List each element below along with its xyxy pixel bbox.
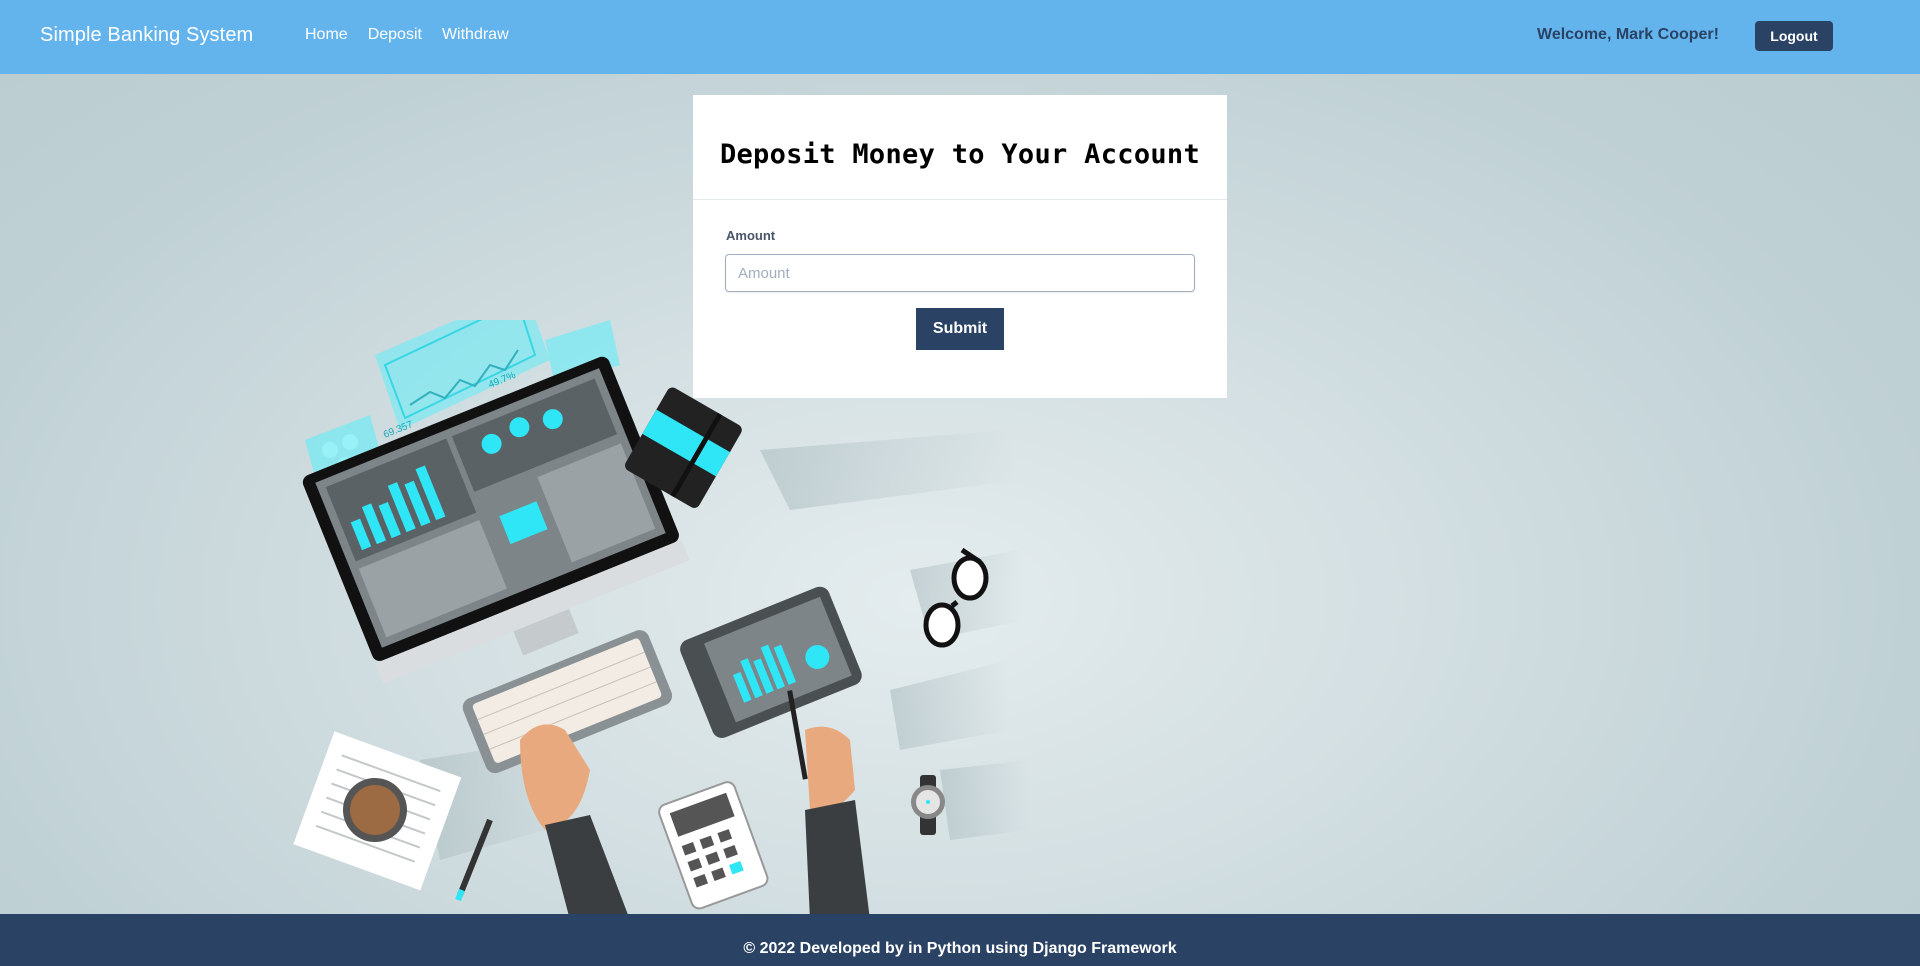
footer: © 2022 Developed by in Python using Djan… (0, 914, 1920, 966)
navbar: Simple Banking System Home Deposit Withd… (0, 0, 1920, 74)
footer-text: © 2022 Developed by in Python using Djan… (743, 940, 1177, 957)
shadow-shape (760, 430, 1020, 510)
card-header: Deposit Money to Your Account (693, 95, 1227, 200)
nav-link-home[interactable]: Home (305, 26, 348, 44)
pencil-tip (455, 888, 465, 902)
brand-link[interactable]: Simple Banking System (40, 24, 253, 47)
submit-button[interactable]: Submit (916, 308, 1004, 350)
workspace-illustration-icon: 69.357 49.7% (293, 320, 1030, 914)
welcome-message: Welcome, Mark Cooper! (1537, 26, 1719, 43)
paper-and-coffee (293, 731, 462, 891)
nav-links: Home Deposit Withdraw (305, 26, 509, 44)
nav-link-withdraw[interactable]: Withdraw (442, 26, 509, 44)
page-title: Deposit Money to Your Account (719, 139, 1201, 170)
nav-link-deposit[interactable]: Deposit (368, 26, 422, 44)
shadow-shape (940, 760, 1030, 840)
tablet (680, 586, 862, 738)
shadow-shape (890, 660, 1010, 750)
amount-label: Amount (726, 228, 776, 243)
logout-button[interactable]: Logout (1755, 21, 1833, 51)
watch (911, 775, 945, 835)
calculator (658, 781, 769, 910)
amount-input[interactable] (725, 254, 1195, 292)
deposit-card: Deposit Money to Your Account Amount Sub… (693, 95, 1227, 398)
